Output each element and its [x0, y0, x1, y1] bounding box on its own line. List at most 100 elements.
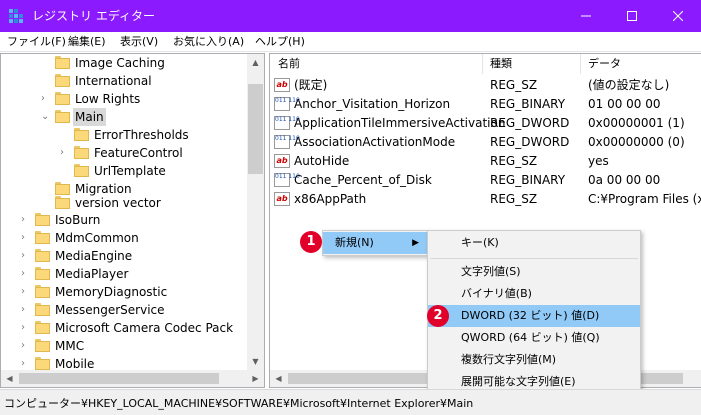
value-row[interactable]: ab (既定) REG_SZ (値の設定なし)	[270, 76, 700, 95]
column-header-name[interactable]: 名前	[278, 54, 300, 74]
scroll-left-icon[interactable]: ◀	[270, 370, 287, 387]
expand-chevron-icon[interactable]: ›	[21, 265, 31, 283]
value-row[interactable]: ab AutoHide REG_SZ yes	[270, 152, 700, 171]
value-name: x86AppPath	[294, 192, 367, 206]
expand-chevron-icon[interactable]: ›	[41, 90, 51, 108]
tree-item-label: MediaEngine	[55, 249, 133, 263]
value-row[interactable]: 011 110 AssociationActivationMode REG_DWOR…	[270, 133, 700, 152]
tree-item[interactable]: › Microsoft Camera Codec Pack	[1, 319, 248, 337]
value-row[interactable]: 011 110 Cache_Percent_of_Disk REG_BINARY 0a…	[270, 171, 700, 190]
binary-value-icon: 011 110	[274, 116, 300, 130]
value-name: ApplicationTileImmersiveActivation	[294, 116, 506, 130]
submenu-item-label: 文字列値(S)	[461, 265, 521, 278]
folder-icon	[55, 74, 70, 88]
folder-icon	[35, 339, 50, 353]
menu-view[interactable]: 表示(V)	[120, 34, 158, 50]
string-value-icon: ab	[274, 154, 290, 168]
folder-icon	[35, 321, 50, 335]
menu-edit[interactable]: 編集(E)	[68, 34, 106, 50]
menu-file[interactable]: ファイル(F)	[7, 34, 66, 50]
value-data: 01 00 00 00	[588, 97, 661, 111]
step-badge-2: 2	[427, 305, 449, 327]
tree-item[interactable]: › MMC	[1, 337, 248, 355]
column-header-data[interactable]: データ	[588, 54, 621, 74]
tree-hscroll-thumb[interactable]	[19, 373, 219, 384]
close-button[interactable]	[655, 0, 701, 32]
close-icon	[673, 11, 683, 21]
scroll-up-icon[interactable]: ▲	[247, 54, 264, 71]
column-separator[interactable]	[580, 54, 581, 74]
submenu-item-label: DWORD (32 ビット) 値(D)	[461, 309, 600, 322]
expand-chevron-icon[interactable]: ›	[21, 247, 31, 265]
submenu-item-multi-string[interactable]: 複数行文字列値(M)	[428, 349, 640, 371]
value-type: REG_BINARY	[490, 173, 566, 187]
tree-item-label: IsoBurn	[55, 213, 101, 227]
binary-value-icon: 011 110	[274, 97, 300, 111]
value-row[interactable]: ab x86AppPath REG_SZ C:¥Program Files (x86	[270, 190, 701, 209]
folder-icon	[55, 92, 70, 106]
submenu-item-key[interactable]: キー(K)	[428, 232, 640, 254]
submenu-item-dword[interactable]: DWORD (32 ビット) 値(D)	[428, 305, 640, 327]
value-row[interactable]: 011 110 ApplicationTileImmersiveActivatio…	[270, 114, 700, 133]
folder-icon	[55, 196, 70, 210]
value-name: (既定)	[294, 78, 328, 92]
expand-chevron-icon[interactable]: ›	[21, 211, 31, 229]
folder-icon	[35, 303, 50, 317]
minimize-button[interactable]	[563, 0, 609, 32]
expand-chevron-icon[interactable]: ›	[21, 319, 31, 337]
scroll-right-icon[interactable]: ▶	[247, 370, 264, 387]
folder-icon	[35, 249, 50, 263]
value-data: 0x00000001 (1)	[588, 116, 685, 130]
folder-icon	[55, 56, 70, 70]
tree-item[interactable]: › FeatureControl	[1, 144, 248, 162]
tree-item-label: Main	[73, 108, 106, 126]
tree-item[interactable]: › Low Rights	[1, 90, 248, 108]
menu-favorites[interactable]: お気に入り(A)	[173, 34, 244, 50]
tree-item-label: version vector	[75, 196, 161, 210]
new-submenu: キー(K) 文字列値(S) バイナリ値(B) DWORD (32 ビット) 値(…	[427, 230, 641, 394]
tree-item-label: ErrorThresholds	[94, 128, 189, 142]
maximize-button[interactable]	[609, 0, 655, 32]
tree-item[interactable]: › MediaEngine	[1, 247, 248, 265]
expand-chevron-icon[interactable]: ›	[21, 337, 31, 355]
tree-item[interactable]: version vector	[1, 194, 248, 212]
tree-item[interactable]: › MemoryDiagnostic	[1, 283, 248, 301]
collapse-chevron-icon[interactable]: ⌄	[41, 108, 51, 126]
tree-item[interactable]: › MediaPlayer	[1, 265, 248, 283]
submenu-item-string[interactable]: 文字列値(S)	[428, 261, 640, 283]
column-header-type[interactable]: 種類	[490, 54, 512, 74]
tree-scroll-thumb[interactable]	[248, 84, 263, 174]
expand-chevron-icon[interactable]: ›	[21, 229, 31, 247]
expand-chevron-icon[interactable]: ›	[21, 283, 31, 301]
tree-item-label: MediaPlayer	[55, 267, 129, 281]
tree-horizontal-scrollbar[interactable]: ◀ ▶	[1, 370, 264, 387]
tree-item-label: MMC	[55, 339, 85, 353]
tree-item[interactable]: ⌄ Main	[1, 108, 248, 126]
menu-separator	[430, 258, 638, 259]
tree-vertical-scrollbar[interactable]: ▲ ▼	[247, 54, 264, 370]
tree-item[interactable]: › MdmCommon	[1, 229, 248, 247]
key-tree-pane[interactable]: Image Caching International › Low Rights ⌄ Ma…	[0, 53, 265, 388]
folder-icon	[74, 164, 89, 178]
scroll-left-icon[interactable]: ◀	[1, 370, 18, 387]
maximize-icon	[627, 11, 637, 21]
expand-chevron-icon[interactable]: ›	[21, 301, 31, 319]
tree-item[interactable]: Image Caching	[1, 54, 248, 72]
menu-item-new[interactable]: 新規(N) ▶	[323, 232, 427, 254]
tree-item[interactable]: UrlTemplate	[1, 162, 248, 180]
value-row[interactable]: 011 110 Anchor_Visitation_Horizon REG_BINA…	[270, 95, 700, 114]
tree-item[interactable]: International	[1, 72, 248, 90]
tree-item-label: MemoryDiagnostic	[55, 285, 168, 299]
value-type: REG_BINARY	[490, 97, 566, 111]
tree-item[interactable]: › MessengerService	[1, 301, 248, 319]
submenu-arrow-icon: ▶	[412, 238, 419, 248]
submenu-item-qword[interactable]: QWORD (64 ビット) 値(Q)	[428, 327, 640, 349]
scroll-down-icon[interactable]: ▼	[247, 353, 264, 370]
expand-chevron-icon[interactable]: ›	[60, 144, 70, 162]
tree-item[interactable]: ErrorThresholds	[1, 126, 248, 144]
tree-item[interactable]: › IsoBurn	[1, 211, 248, 229]
column-separator[interactable]	[482, 54, 483, 74]
menu-help[interactable]: ヘルプ(H)	[255, 34, 305, 50]
tree-item-label: MdmCommon	[55, 231, 139, 245]
submenu-item-binary[interactable]: バイナリ値(B)	[428, 283, 640, 305]
